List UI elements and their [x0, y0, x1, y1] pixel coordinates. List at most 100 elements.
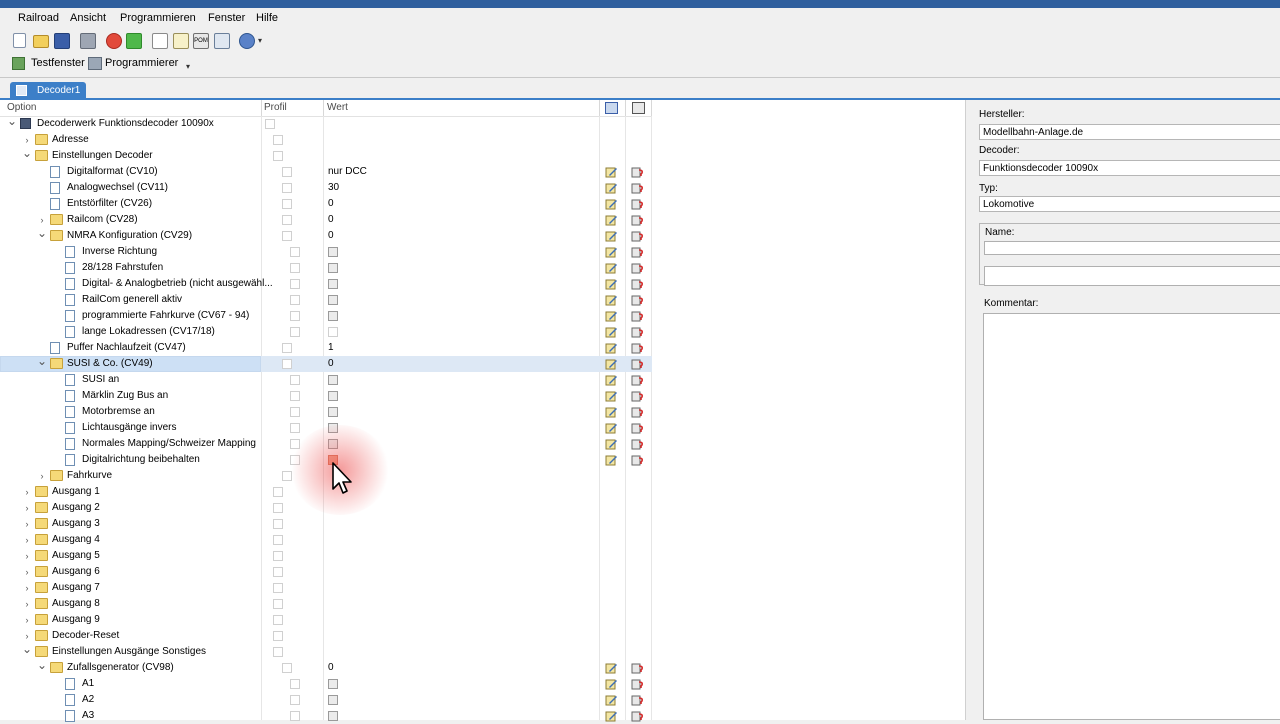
stop-icon[interactable] — [106, 33, 122, 49]
programmierer-button[interactable]: Programmierer — [105, 57, 178, 69]
read-cv-icon[interactable] — [631, 278, 644, 290]
write-cv-icon[interactable] — [605, 662, 618, 674]
globe-icon[interactable] — [239, 33, 255, 49]
profil-checkbox[interactable] — [290, 695, 300, 705]
read-cv-icon[interactable] — [631, 694, 644, 706]
tree-row[interactable]: › Ausgang 6 — [0, 564, 652, 580]
wert-checkbox[interactable] — [328, 423, 338, 433]
tab-decoder1[interactable]: Decoder1 — [10, 82, 86, 98]
tree-row[interactable]: lange Lokadressen (CV17/18) — [0, 324, 652, 340]
write-cv-icon[interactable] — [605, 326, 618, 338]
save-icon[interactable] — [54, 33, 70, 49]
chevron-right-icon[interactable]: › — [22, 615, 32, 625]
write-cv-icon[interactable] — [605, 166, 618, 178]
tree-row[interactable]: › Ausgang 8 — [0, 596, 652, 612]
wert-value[interactable]: 30 — [328, 182, 339, 193]
profil-checkbox[interactable] — [273, 599, 283, 609]
menu-ansicht[interactable]: Ansicht — [70, 12, 106, 24]
tree-row[interactable]: ⌄ NMRA Konfiguration (CV29) 0 — [0, 227, 652, 244]
profil-checkbox[interactable] — [282, 183, 292, 193]
write-cv-icon[interactable] — [605, 438, 618, 450]
read-all-icon[interactable] — [632, 102, 645, 114]
profil-checkbox[interactable] — [290, 263, 300, 273]
read-cv-icon[interactable] — [631, 422, 644, 434]
read-cv-icon[interactable] — [631, 230, 644, 242]
tree-row[interactable]: RailCom generell aktiv — [0, 292, 652, 308]
tree-row[interactable]: Puffer Nachlaufzeit (CV47) 1 — [0, 340, 652, 356]
profil-checkbox[interactable] — [282, 231, 292, 241]
read-cv-icon[interactable] — [631, 214, 644, 226]
chevron-down-icon[interactable]: ▾ — [186, 62, 190, 71]
profil-checkbox[interactable] — [290, 679, 300, 689]
typ-field[interactable]: Lokomotive — [979, 196, 1280, 212]
chevron-down-icon[interactable]: ⌄ — [37, 355, 47, 367]
profil-checkbox[interactable] — [273, 135, 283, 145]
tree-row[interactable]: Motorbremse an — [0, 404, 652, 420]
tree-row[interactable]: › Adresse — [0, 132, 652, 148]
write-cv-icon[interactable] — [605, 230, 618, 242]
wert-checkbox[interactable] — [328, 247, 338, 257]
wert-checkbox[interactable] — [328, 263, 338, 273]
read-cv-icon[interactable] — [631, 262, 644, 274]
header-wert[interactable]: Wert — [327, 102, 348, 113]
read-cv-icon[interactable] — [631, 326, 644, 338]
write-cv-icon[interactable] — [605, 310, 618, 322]
tree-row[interactable]: ⌄ Einstellungen Decoder — [0, 147, 652, 164]
wert-value[interactable]: 0 — [328, 198, 334, 209]
profil-checkbox[interactable] — [273, 631, 283, 641]
profil-checkbox[interactable] — [273, 583, 283, 593]
profil-checkbox[interactable] — [290, 423, 300, 433]
chevron-right-icon[interactable]: › — [22, 487, 32, 497]
chevron-right-icon[interactable]: › — [22, 583, 32, 593]
profil-checkbox[interactable] — [273, 647, 283, 657]
write-cv-icon[interactable] — [605, 182, 618, 194]
profil-checkbox[interactable] — [273, 615, 283, 625]
wert-value[interactable]: 0 — [328, 358, 334, 369]
write-all-icon[interactable] — [605, 102, 618, 114]
profil-checkbox[interactable] — [265, 119, 275, 129]
write-cv-icon[interactable] — [605, 342, 618, 354]
read-cv-icon[interactable] — [631, 358, 644, 370]
profil-checkbox[interactable] — [282, 343, 292, 353]
wert-checkbox[interactable] — [328, 279, 338, 289]
chevron-down-icon[interactable]: ⌄ — [37, 227, 47, 239]
tree-row[interactable]: SUSI an — [0, 372, 652, 388]
write-cv-icon[interactable] — [605, 198, 618, 210]
wert-checkbox[interactable] — [328, 327, 338, 337]
tree-row[interactable]: › Ausgang 1 — [0, 484, 652, 500]
wert-value[interactable]: 0 — [328, 662, 334, 673]
menu-fenster[interactable]: Fenster — [208, 12, 245, 24]
write-cv-icon[interactable] — [605, 694, 618, 706]
read-cv-icon[interactable] — [631, 678, 644, 690]
profil-checkbox[interactable] — [273, 519, 283, 529]
read-cv-icon[interactable] — [631, 166, 644, 178]
chevron-down-icon[interactable]: ⌄ — [22, 147, 32, 159]
new-icon[interactable] — [13, 33, 26, 48]
read-cv-icon[interactable] — [631, 182, 644, 194]
chevron-down-icon[interactable]: ▾ — [258, 36, 262, 45]
menu-railroad[interactable]: Railroad — [18, 12, 59, 24]
profil-checkbox[interactable] — [290, 375, 300, 385]
profil-checkbox[interactable] — [282, 167, 292, 177]
tree-row[interactable]: › Ausgang 4 — [0, 532, 652, 548]
write-cv-icon[interactable] — [605, 454, 618, 466]
tree-row[interactable]: › Decoder-Reset — [0, 628, 652, 644]
profil-checkbox[interactable] — [273, 151, 283, 161]
read-cv-icon[interactable] — [631, 294, 644, 306]
write-cv-icon[interactable] — [605, 422, 618, 434]
name-extra-input[interactable] — [984, 266, 1280, 286]
wert-value[interactable]: nur DCC — [328, 166, 367, 177]
read-cv-icon[interactable] — [631, 246, 644, 258]
profil-checkbox[interactable] — [290, 295, 300, 305]
wert-checkbox[interactable] — [328, 311, 338, 321]
read-cv-icon[interactable] — [631, 390, 644, 402]
write-cv-icon[interactable] — [605, 294, 618, 306]
hersteller-field[interactable]: Modellbahn-Anlage.de — [979, 124, 1280, 140]
edit-icon[interactable] — [173, 33, 189, 49]
write-cv-icon[interactable] — [605, 710, 618, 722]
kommentar-textarea[interactable] — [983, 313, 1280, 720]
tree-row[interactable]: › Ausgang 3 — [0, 516, 652, 532]
profil-checkbox[interactable] — [273, 551, 283, 561]
profil-checkbox[interactable] — [282, 471, 292, 481]
write-cv-icon[interactable] — [605, 390, 618, 402]
